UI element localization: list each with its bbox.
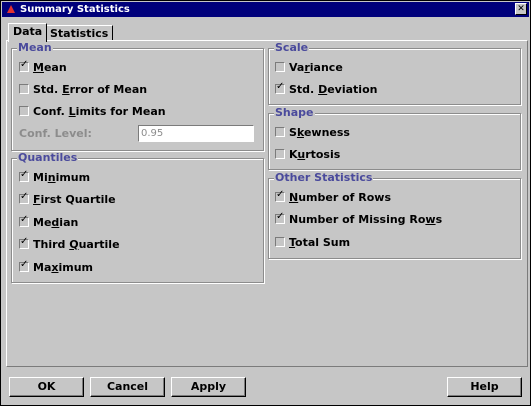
ok-button[interactable]: OK <box>9 377 84 397</box>
median-checkbox[interactable]: Median <box>19 214 78 230</box>
apply-button[interactable]: Apply <box>171 377 246 397</box>
skewness-checkbox-box[interactable] <box>275 127 285 137</box>
scale-legend: Scale <box>274 41 310 54</box>
minimum-checkbox-box[interactable] <box>19 169 29 182</box>
kurtosis-label: Kurtosis <box>289 147 341 161</box>
mean-legend: Mean <box>17 41 53 54</box>
number-of-rows-label: Number of Rows <box>289 190 392 204</box>
number-of-missing-rows-checkbox[interactable]: Number of Missing Rows <box>275 211 442 227</box>
shape-legend: Shape <box>274 106 315 119</box>
first-quartile-checkbox[interactable]: First Quartile <box>19 191 116 207</box>
quantiles-group: Quantiles Minimum First Quartile Median … <box>11 152 264 283</box>
std-deviation-checkbox-box[interactable] <box>275 81 285 94</box>
maximum-checkbox[interactable]: Maximum <box>19 259 93 275</box>
conf-limits-for-mean-label: Conf. Limits for Mean <box>33 104 166 118</box>
summary-statistics-dialog: Summary Statistics ✕ Data Statistics Mea… <box>0 0 531 406</box>
title-bar[interactable]: Summary Statistics ✕ <box>2 2 529 17</box>
mean-checkbox[interactable]: Mean <box>19 59 67 75</box>
median-checkbox-box[interactable] <box>19 214 29 227</box>
total-sum-checkbox-box[interactable] <box>275 237 285 247</box>
cancel-button[interactable]: Cancel <box>90 377 165 397</box>
total-sum-checkbox[interactable]: Total Sum <box>275 234 350 250</box>
tab-data[interactable]: Data <box>8 23 48 42</box>
number-of-rows-checkbox-box[interactable] <box>275 189 285 202</box>
window-title: Summary Statistics <box>20 4 130 15</box>
first-quartile-label: First Quartile <box>33 192 116 206</box>
close-icon[interactable]: ✕ <box>515 3 527 15</box>
conf-limits-for-mean-checkbox-box[interactable] <box>19 106 29 116</box>
conf-level-input[interactable]: 0.95 <box>138 125 254 142</box>
conf-limits-for-mean-checkbox[interactable]: Conf. Limits for Mean <box>19 103 166 119</box>
shape-group: Shape Skewness Kurtosis <box>268 107 521 170</box>
kurtosis-checkbox[interactable]: Kurtosis <box>275 146 340 162</box>
help-button[interactable]: Help <box>447 377 522 397</box>
conf-level-label: Conf. Level: <box>19 127 92 140</box>
mean-checkbox-box[interactable] <box>19 59 29 72</box>
other-statistics-legend: Other Statistics <box>274 171 374 184</box>
app-icon <box>7 5 15 13</box>
std-error-of-mean-checkbox-box[interactable] <box>19 84 29 94</box>
number-of-missing-rows-label: Number of Missing Rows <box>289 212 443 226</box>
first-quartile-checkbox-box[interactable] <box>19 191 29 204</box>
mean-group: Mean Mean Std. Error of Mean Conf. Limit… <box>11 42 264 151</box>
third-quartile-checkbox-box[interactable] <box>19 236 29 249</box>
minimum-checkbox[interactable]: Minimum <box>19 169 90 185</box>
std-error-of-mean-checkbox[interactable]: Std. Error of Mean <box>19 81 147 97</box>
minimum-label: Minimum <box>33 170 91 184</box>
std-deviation-checkbox[interactable]: Std. Deviation <box>275 81 377 97</box>
quantiles-legend: Quantiles <box>17 151 79 164</box>
number-of-missing-rows-checkbox-box[interactable] <box>275 211 285 224</box>
total-sum-label: Total Sum <box>289 235 351 249</box>
third-quartile-checkbox[interactable]: Third Quartile <box>19 236 120 252</box>
skewness-checkbox[interactable]: Skewness <box>275 124 350 140</box>
maximum-label: Maximum <box>33 260 94 274</box>
maximum-checkbox-box[interactable] <box>19 259 29 272</box>
std-deviation-label: Std. Deviation <box>289 82 378 96</box>
skewness-label: Skewness <box>289 125 350 139</box>
tab-statistics[interactable]: Statistics <box>45 25 114 41</box>
number-of-rows-checkbox[interactable]: Number of Rows <box>275 189 391 205</box>
mean-label: Mean <box>33 60 67 74</box>
scale-group: Scale Variance Std. Deviation <box>268 42 521 105</box>
variance-checkbox[interactable]: Variance <box>275 59 343 75</box>
std-error-of-mean-label: Std. Error of Mean <box>33 82 148 96</box>
other-statistics-group: Other Statistics Number of Rows Number o… <box>268 172 521 259</box>
variance-checkbox-box[interactable] <box>275 62 285 72</box>
third-quartile-label: Third Quartile <box>33 237 120 251</box>
variance-label: Variance <box>289 60 343 74</box>
median-label: Median <box>33 215 79 229</box>
kurtosis-checkbox-box[interactable] <box>275 149 285 159</box>
